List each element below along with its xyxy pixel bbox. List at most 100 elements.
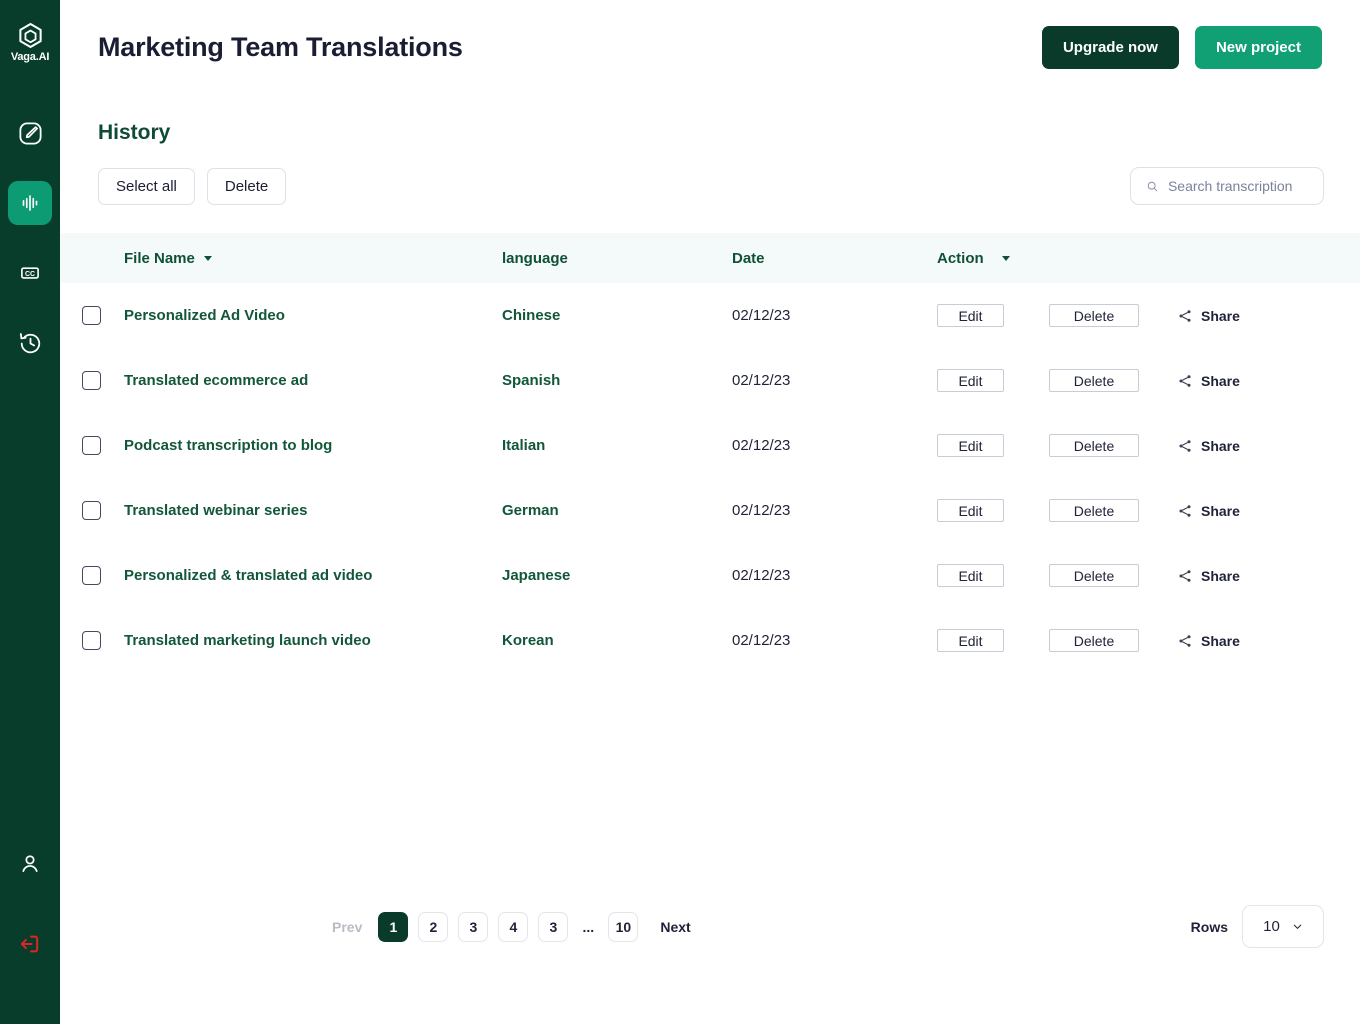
- row-actions: Edit Delete Share: [937, 629, 1360, 652]
- sidebar-item-edit[interactable]: [8, 111, 52, 155]
- row-delete-button[interactable]: Delete: [1049, 629, 1139, 652]
- row-file-name[interactable]: Translated webinar series: [122, 502, 502, 519]
- sidebar-item-history[interactable]: [8, 321, 52, 365]
- row-checkbox-cell: [60, 436, 122, 455]
- row-share-button[interactable]: Share: [1177, 568, 1240, 584]
- row-edit-button[interactable]: Edit: [937, 434, 1004, 457]
- column-header-date-label: Date: [732, 249, 765, 267]
- row-share-button[interactable]: Share: [1177, 438, 1240, 454]
- delete-button[interactable]: Delete: [206, 167, 287, 205]
- row-share-button[interactable]: Share: [1177, 308, 1240, 324]
- share-icon: [1179, 504, 1191, 517]
- row-date: 02/12/23: [732, 307, 791, 324]
- row-file-name[interactable]: Translated ecommerce ad: [122, 372, 502, 389]
- row-actions: Edit Delete Share: [937, 434, 1360, 457]
- row-checkbox[interactable]: [81, 566, 101, 585]
- pagination-page-button[interactable]: 4: [498, 911, 529, 942]
- row-checkbox[interactable]: [81, 306, 101, 325]
- row-share-label: Share: [1201, 372, 1240, 389]
- row-checkbox[interactable]: [81, 436, 101, 455]
- row-delete-button[interactable]: Delete: [1049, 564, 1139, 587]
- row-checkbox-cell: [60, 306, 122, 325]
- row-share-button[interactable]: Share: [1177, 503, 1240, 519]
- row-actions: Edit Delete Share: [937, 369, 1360, 392]
- table-row: Personalized Ad Video Chinese 02/12/23 Edit…: [60, 283, 1360, 348]
- row-file-name[interactable]: Personalized & translated ad video: [122, 567, 502, 584]
- row-language: Japanese: [502, 567, 571, 584]
- new-project-button[interactable]: New project: [1194, 26, 1322, 69]
- search-box[interactable]: [1130, 167, 1324, 205]
- pagination-page-button[interactable]: 3: [538, 911, 569, 942]
- search-input[interactable]: [1167, 178, 1308, 194]
- pager: Prev 12343 ... 10 Next: [332, 911, 691, 942]
- share-icon: [1179, 374, 1191, 387]
- upgrade-now-button[interactable]: Upgrade now: [1041, 26, 1179, 69]
- chevron-down-icon: [1293, 924, 1302, 929]
- row-actions: Edit Delete Share: [937, 499, 1360, 522]
- row-edit-button[interactable]: Edit: [937, 629, 1004, 652]
- main-content: Marketing Team Translations Upgrade now …: [60, 0, 1360, 1024]
- row-language: Italian: [502, 437, 546, 454]
- row-checkbox[interactable]: [81, 501, 101, 520]
- sidebar-item-logout[interactable]: [8, 922, 52, 966]
- row-file-name[interactable]: Podcast transcription to blog: [122, 437, 502, 454]
- chevron-down-icon: [1001, 255, 1010, 261]
- row-checkbox-cell: [60, 566, 122, 585]
- column-header-action[interactable]: Action: [937, 250, 1360, 267]
- row-language: Korean: [502, 632, 554, 649]
- share-icon: [1179, 634, 1191, 647]
- row-checkbox[interactable]: [81, 371, 101, 390]
- row-delete-button[interactable]: Delete: [1049, 434, 1139, 457]
- row-file-name[interactable]: Translated marketing launch video: [122, 632, 502, 649]
- search-icon: [1147, 181, 1158, 191]
- row-share-button[interactable]: Share: [1177, 373, 1240, 389]
- section-title: History: [98, 121, 171, 144]
- select-all-button[interactable]: Select all: [98, 167, 195, 205]
- sidebar-item-account[interactable]: [8, 842, 52, 886]
- row-language: Spanish: [502, 372, 561, 389]
- row-checkbox[interactable]: [81, 631, 101, 650]
- pagination-bar: Prev 12343 ... 10 Next Rows 10: [60, 905, 1360, 948]
- pagination-numbers: 12343: [378, 911, 569, 942]
- top-bar-actions: Upgrade now New project: [1041, 26, 1322, 69]
- row-edit-button[interactable]: Edit: [937, 499, 1004, 522]
- row-delete-button[interactable]: Delete: [1049, 499, 1139, 522]
- row-delete-button[interactable]: Delete: [1049, 304, 1139, 327]
- pagination-page-button[interactable]: 3: [458, 911, 489, 942]
- pagination-next-button[interactable]: Next: [660, 919, 690, 935]
- row-edit-button[interactable]: Edit: [937, 304, 1004, 327]
- column-header-file-name[interactable]: File Name: [122, 250, 502, 267]
- pagination-page-button[interactable]: 2: [418, 911, 449, 942]
- sidebar-nav: CC: [8, 111, 52, 365]
- app-logo[interactable]: Vaga.AI: [11, 22, 49, 63]
- pagination-prev-button[interactable]: Prev: [332, 919, 362, 935]
- row-share-label: Share: [1201, 437, 1240, 454]
- page-title: Marketing Team Translations: [98, 32, 463, 62]
- row-share-button[interactable]: Share: [1177, 633, 1240, 649]
- row-edit-button[interactable]: Edit: [937, 369, 1004, 392]
- row-date: 02/12/23: [732, 437, 791, 454]
- row-share-label: Share: [1201, 307, 1240, 324]
- sidebar-item-captions[interactable]: CC: [8, 251, 52, 295]
- pagination-last-page-button[interactable]: 10: [608, 911, 639, 942]
- row-file-name[interactable]: Personalized Ad Video: [122, 307, 502, 324]
- sidebar-bottom-nav: [8, 842, 52, 966]
- row-share-label: Share: [1201, 567, 1240, 584]
- logout-icon: [20, 935, 39, 953]
- toolbar-left-group: Select all Delete: [98, 167, 287, 205]
- row-delete-button[interactable]: Delete: [1049, 369, 1139, 392]
- rows-per-page-select[interactable]: 10: [1242, 905, 1324, 948]
- table-body: Personalized Ad Video Chinese 02/12/23 Edit…: [60, 283, 1360, 673]
- row-actions: Edit Delete Share: [937, 304, 1360, 327]
- share-icon: [1179, 309, 1191, 322]
- row-date: 02/12/23: [732, 567, 791, 584]
- table-row: Translated marketing launch video Korean 0…: [60, 608, 1360, 673]
- pagination-page-button[interactable]: 1: [378, 911, 409, 942]
- table-row: Translated ecommerce ad Spanish 02/12/23 Ed…: [60, 348, 1360, 413]
- row-language: Chinese: [502, 307, 561, 324]
- hexagon-logo-icon: [18, 23, 42, 48]
- column-header-action-label: Action: [937, 249, 984, 267]
- rows-per-page-control: Rows 10: [1191, 905, 1324, 948]
- row-edit-button[interactable]: Edit: [937, 564, 1004, 587]
- sidebar-item-transcribe[interactable]: [8, 181, 52, 225]
